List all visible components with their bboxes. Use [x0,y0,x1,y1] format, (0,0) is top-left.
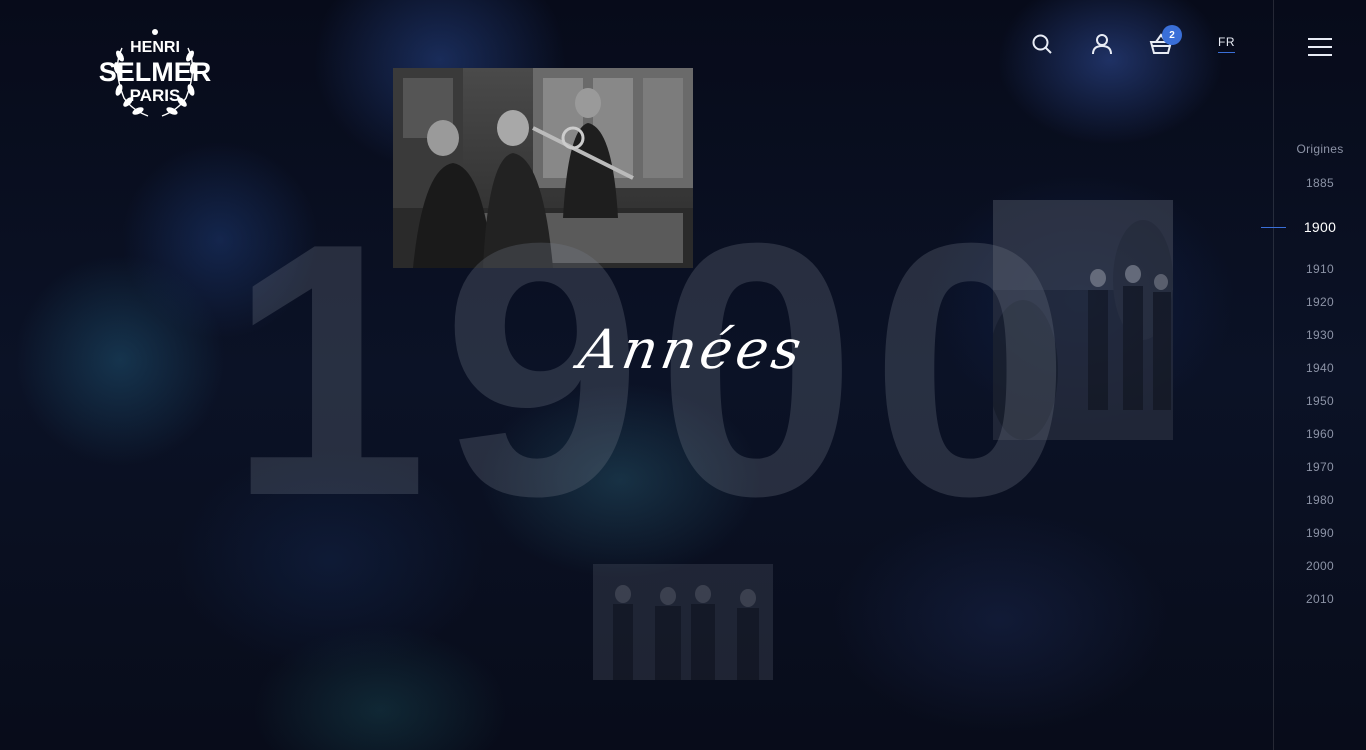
archive-photo-faded [593,564,773,680]
timeline-item[interactable]: 1970 [1274,460,1366,474]
timeline-item[interactable]: 1980 [1274,493,1366,507]
logo-line-2: SELMER [99,57,212,87]
timeline-item[interactable]: 1960 [1274,427,1366,441]
hero-subtitle: Années [574,318,810,381]
timeline-item[interactable]: 2010 [1274,592,1366,606]
timeline-item[interactable]: Origines [1274,142,1366,156]
timeline-item[interactable]: 1940 [1274,361,1366,375]
logo-line-3: PARIS [130,86,181,105]
timeline-item[interactable]: 1990 [1274,526,1366,540]
selmer-logo[interactable]: HENRI SELMER PARIS [92,28,218,120]
timeline-item-active[interactable]: 1900 [1274,219,1366,235]
timeline-nav: Origines 1885 1900 1910 1920 1930 1940 1… [1274,0,1366,750]
timeline-item[interactable]: 1920 [1274,295,1366,309]
account-button[interactable] [1090,32,1114,56]
language-switcher[interactable]: FR [1218,35,1235,53]
search-icon [1032,34,1052,54]
timeline-item[interactable]: 1910 [1274,262,1366,276]
cart-count-badge: 2 [1162,25,1182,45]
timeline-item[interactable]: 2000 [1274,559,1366,573]
timeline-item[interactable]: 1950 [1274,394,1366,408]
search-button[interactable] [1030,32,1054,56]
timeline-item[interactable]: 1930 [1274,328,1366,342]
logo-line-1: HENRI [130,39,180,56]
user-icon [1092,34,1112,55]
timeline-item[interactable]: 1885 [1274,176,1366,190]
